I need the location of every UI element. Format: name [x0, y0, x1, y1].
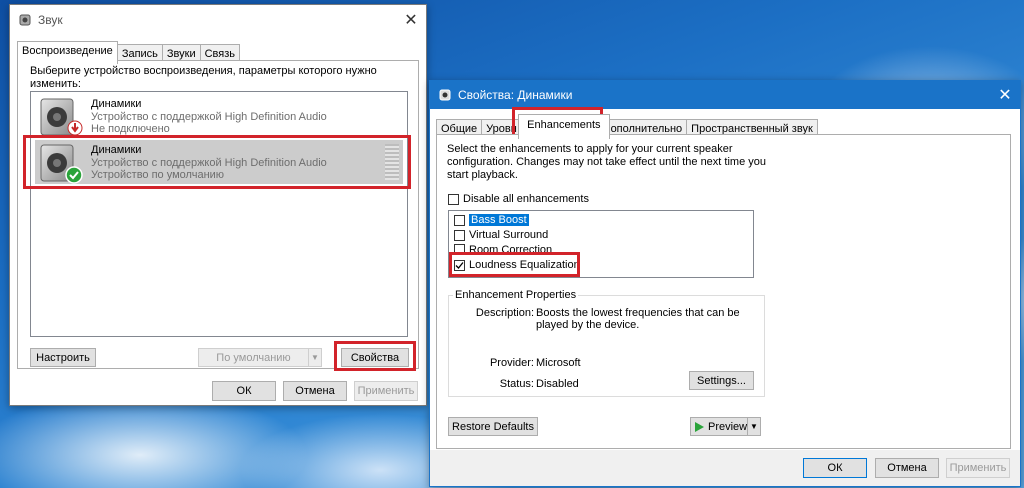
- sound-cancel-button[interactable]: Отмена: [283, 381, 347, 401]
- device-item-default[interactable]: Динамики Устройство с поддержкой High De…: [35, 140, 403, 184]
- device-status: Устройство по умолчанию: [91, 169, 225, 181]
- preview-label: Preview: [708, 420, 748, 433]
- props-bottom-bar: ОК Отмена Применить: [430, 450, 1020, 486]
- device-list[interactable]: Динамики Устройство с поддержкой High De…: [30, 91, 408, 337]
- sound-tab-panel: Выберите устройство воспроизведения, пар…: [17, 60, 419, 369]
- device-description: Устройство с поддержкой High Definition …: [91, 111, 327, 123]
- tab-enhancements[interactable]: Enhancements: [518, 114, 610, 139]
- sound-close-icon[interactable]: ✕: [396, 5, 426, 35]
- description-value: Boosts the lowest frequencies that can b…: [536, 307, 740, 331]
- enhancement-item[interactable]: Room Correction: [454, 244, 552, 254]
- props-apply-button[interactable]: Применить: [946, 458, 1010, 478]
- loudness-equalization-label: Loudness Equalization: [469, 259, 580, 271]
- loudness-equalization-checkbox[interactable]: [454, 259, 465, 271]
- provider-key: Provider:: [489, 357, 534, 369]
- volume-level-meter: [385, 144, 399, 180]
- bass-boost-checkbox[interactable]: [454, 214, 465, 226]
- enhancement-item[interactable]: Virtual Surround: [454, 229, 548, 241]
- props-cancel-button[interactable]: Отмена: [875, 458, 939, 478]
- enhancements-intro: Select the enhancements to apply for you…: [447, 143, 766, 181]
- room-correction-label: Room Correction: [469, 244, 553, 254]
- play-icon: [695, 421, 704, 432]
- props-close-icon[interactable]: ✕: [990, 81, 1020, 109]
- disconnected-badge-icon: [67, 120, 83, 139]
- device-description: Устройство с поддержкой High Definition …: [91, 157, 327, 169]
- disable-all-row[interactable]: Disable all enhancements: [448, 193, 589, 205]
- disable-all-label: Disable all enhancements: [463, 193, 589, 205]
- enhancement-properties-label: Enhancement Properties: [453, 289, 579, 301]
- configure-button[interactable]: Настроить: [30, 348, 96, 367]
- disable-all-checkbox[interactable]: [448, 193, 459, 205]
- default-check-badge-icon: [65, 166, 83, 187]
- set-default-button[interactable]: По умолчанию: [198, 348, 309, 367]
- enhancements-list[interactable]: Bass Boost Virtual Surround Room Correct…: [448, 210, 754, 278]
- sound-dialog: Звук ✕ Воспроизведение Запись Звуки Связ…: [9, 4, 427, 406]
- bass-boost-label: Bass Boost: [469, 214, 529, 226]
- room-correction-checkbox[interactable]: [454, 244, 465, 254]
- virtual-surround-checkbox[interactable]: [454, 229, 465, 241]
- chevron-down-icon: ▼: [750, 422, 758, 431]
- props-title: Свойства: Динамики: [458, 88, 573, 102]
- properties-button[interactable]: Свойства: [341, 348, 409, 367]
- chevron-down-icon: ▼: [311, 353, 319, 362]
- sound-instruction: Выберите устройство воспроизведения, пар…: [30, 65, 377, 90]
- props-titlebar[interactable]: Свойства: Динамики ✕: [430, 81, 1020, 109]
- sound-apply-button[interactable]: Применить: [354, 381, 418, 401]
- checkmark-icon: [455, 261, 464, 269]
- sound-titlebar[interactable]: Звук ✕: [10, 5, 426, 35]
- device-status: Не подключено: [91, 123, 170, 135]
- enhancements-panel: Select the enhancements to apply for you…: [436, 134, 1011, 449]
- device-name: Динамики: [91, 144, 142, 156]
- description-key: Description:: [475, 307, 534, 319]
- provider-value: Microsoft: [536, 357, 581, 369]
- enhancement-item[interactable]: Loudness Equalization: [454, 259, 580, 271]
- speaker-icon: [438, 88, 452, 102]
- enhancement-item[interactable]: Bass Boost: [454, 214, 529, 226]
- props-ok-button[interactable]: ОК: [803, 458, 867, 478]
- sound-title: Звук: [38, 13, 63, 27]
- device-item-disconnected[interactable]: Динамики Устройство с поддержкой High De…: [35, 94, 403, 138]
- enhancement-properties-group: Enhancement Properties Description: Boos…: [448, 289, 765, 397]
- virtual-surround-label: Virtual Surround: [469, 229, 549, 241]
- preview-dropdown[interactable]: ▼: [747, 417, 761, 436]
- properties-dialog: Свойства: Динамики ✕ Общие Уровн Enhance…: [429, 80, 1021, 487]
- status-value: Disabled: [536, 378, 579, 390]
- speaker-icon: [18, 13, 32, 27]
- restore-defaults-button[interactable]: Restore Defaults: [448, 417, 538, 436]
- preview-button[interactable]: Preview: [690, 417, 748, 436]
- device-name: Динамики: [91, 98, 142, 110]
- sound-ok-button[interactable]: ОК: [212, 381, 276, 401]
- set-default-dropdown[interactable]: ▼: [308, 348, 322, 367]
- status-key: Status:: [499, 378, 534, 390]
- settings-button[interactable]: Settings...: [689, 371, 754, 390]
- tab-playback[interactable]: Воспроизведение: [17, 41, 118, 64]
